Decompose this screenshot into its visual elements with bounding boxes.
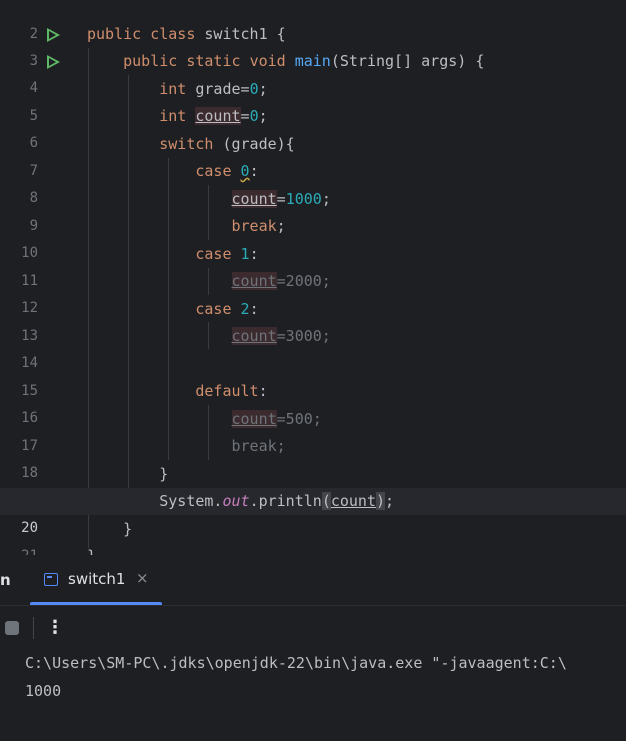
keyword: public [123, 52, 178, 70]
code-line[interactable]: 2 [0, 0, 626, 42]
brace: } [123, 520, 133, 538]
variable-count: count [231, 272, 277, 290]
run-gutter-icon[interactable] [47, 28, 60, 42]
code-text: grade= [195, 80, 250, 98]
code-line[interactable]: 6 int count=0; [0, 103, 626, 151]
console-output-line: C:\Users\SM-PC\.jdks\openjdk-22\bin\java… [25, 654, 567, 672]
number-literal: 1 [240, 245, 250, 263]
tool-window-title-fragment: n [0, 571, 11, 589]
run-tool-window: n switch1 × ⋮ C:\Users\SM-PC\.jdks\openj… [0, 555, 626, 741]
class-name: switch1 [204, 25, 268, 43]
close-icon[interactable]: × [136, 569, 149, 587]
colon: : [258, 382, 268, 400]
tab-label: switch1 [68, 570, 126, 588]
code-text: =3000; [276, 327, 331, 345]
semicolon: ; [258, 107, 268, 125]
code-line[interactable]: 4 public static void main(String[] args)… [0, 48, 626, 96]
method-call: .println [249, 492, 322, 510]
method-name: main [294, 52, 331, 70]
semicolon: ; [321, 190, 331, 208]
code-text: =500; [276, 410, 322, 428]
stop-icon[interactable] [5, 621, 19, 635]
divider [33, 617, 34, 639]
field-out: out [222, 492, 250, 510]
code-line[interactable]: 17 count=500; [0, 406, 626, 454]
code-line[interactable]: 18 break; [0, 433, 626, 481]
code-line[interactable]: 14 count=3000; [0, 323, 626, 371]
console-icon [44, 573, 58, 586]
keyword: case [195, 245, 232, 263]
paren-close: ) [376, 492, 386, 510]
keyword: break [231, 217, 277, 235]
keyword: int [159, 107, 187, 125]
variable-count: count [231, 327, 277, 345]
semicolon: ; [258, 80, 268, 98]
number-literal: 2 [240, 300, 250, 318]
keyword: void [249, 52, 286, 70]
console-output-line: 1000 [25, 682, 62, 700]
code-line[interactable]: 12 count=2000; [0, 268, 626, 316]
number-literal: 0 [240, 162, 250, 180]
keyword: default [195, 382, 259, 400]
code-text: = [276, 190, 286, 208]
paren-open: ( [321, 492, 331, 510]
code-line[interactable]: 9 count=1000; [0, 186, 626, 234]
code-line[interactable]: 22 } [0, 543, 626, 555]
number-literal: 0 [249, 80, 259, 98]
variable-count: count [231, 190, 277, 208]
code-line[interactable]: 5 int grade=0; [0, 76, 626, 124]
run-gutter-icon[interactable] [47, 55, 60, 69]
code-line[interactable]: 11 case 1: [0, 241, 626, 289]
colon: : [249, 300, 259, 318]
code-line-current[interactable]: 20 System.out.println(count); [0, 488, 626, 536]
variable-count: count [195, 107, 241, 125]
code-line[interactable]: 10 break; [0, 213, 626, 261]
code-text: break; [231, 437, 286, 455]
divider [0, 605, 626, 606]
code-editor[interactable]: 2 3 public class switch1 { 4 public stat… [0, 0, 626, 555]
code-text: = [240, 107, 250, 125]
keyword: case [195, 162, 232, 180]
more-options-icon[interactable]: ⋮ [46, 615, 64, 641]
code-line[interactable]: 8 case 0: [0, 158, 626, 206]
variable-count: count [231, 410, 277, 428]
semicolon: ; [276, 217, 286, 235]
code-line[interactable]: 15 [0, 351, 626, 399]
code-text: System. [159, 492, 223, 510]
code-text: (grade){ [222, 135, 295, 153]
brace: { [276, 25, 286, 43]
keyword: public [87, 25, 142, 43]
number-literal: 1000 [285, 190, 322, 208]
keyword: int [159, 80, 187, 98]
colon: : [249, 245, 259, 263]
keyword: case [195, 300, 232, 318]
code-line[interactable]: 13 case 2: [0, 296, 626, 344]
number-literal: 0 [249, 107, 259, 125]
code-text: =2000; [276, 272, 331, 290]
code-line[interactable]: 3 public class switch1 { [0, 21, 626, 69]
keyword: class [150, 25, 196, 43]
params: (String[] args) { [330, 52, 485, 70]
colon: : [249, 162, 259, 180]
code-line[interactable]: 21 } [0, 516, 626, 555]
keyword: static [186, 52, 241, 70]
keyword: switch [159, 135, 214, 153]
tab-switch1[interactable]: switch1 × [30, 555, 162, 606]
code-line[interactable]: 16 default: [0, 378, 626, 426]
code-line[interactable]: 7 switch (grade){ [0, 131, 626, 179]
brace: } [87, 547, 96, 555]
variable-count: count [330, 492, 376, 510]
code-line[interactable]: 19 } [0, 461, 626, 509]
semicolon: ; [385, 492, 395, 510]
brace: } [159, 465, 169, 483]
